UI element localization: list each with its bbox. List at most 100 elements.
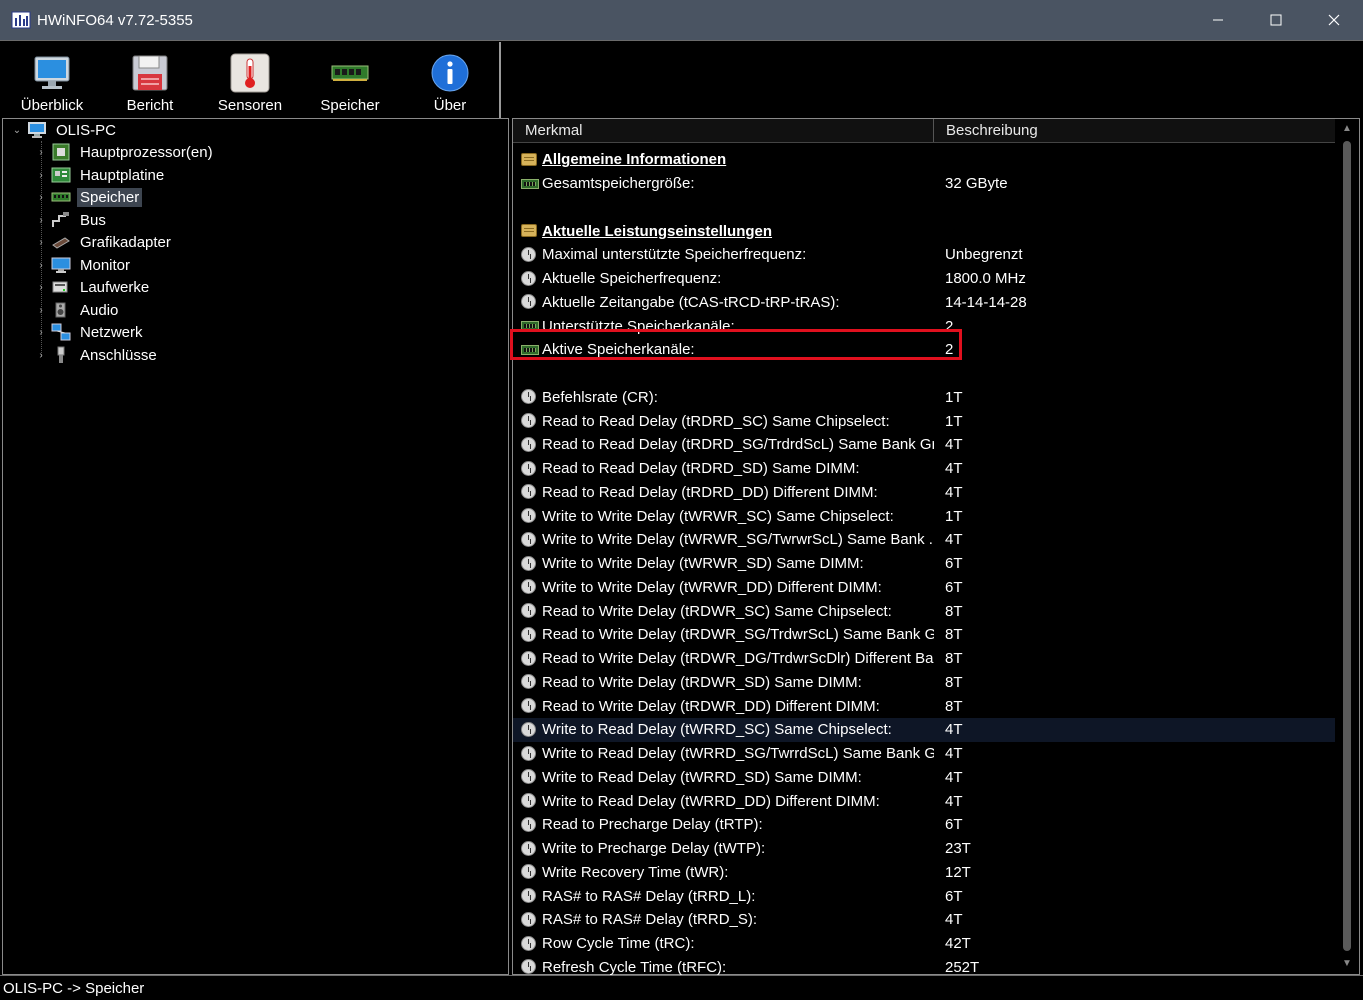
sensors-button[interactable]: Sensoren	[200, 42, 300, 118]
tree-label: Monitor	[80, 256, 131, 274]
clock-icon	[521, 436, 537, 453]
chevron-right-icon[interactable]: ›	[35, 215, 47, 226]
feature-cell: Read to Read Delay (tRDRD_SG/TrdrdScL) S…	[542, 436, 934, 454]
list-row[interactable]: Refresh Cycle Time (tRFC): 252T	[513, 956, 1335, 975]
tree-item-olis-pc[interactable]: ⌄ OLIS-PC	[11, 119, 119, 141]
list-row[interactable]: Write to Read Delay (tWRRD_SG/TwrrdScL) …	[513, 742, 1335, 766]
feature-cell: Write to Read Delay (tWRRD_SG/TwrrdScL) …	[542, 745, 934, 763]
overview-button[interactable]: Überblick	[2, 42, 102, 118]
value-cell: 4T	[945, 460, 963, 478]
memory-button[interactable]: Speicher	[300, 42, 400, 118]
tree-label: Netzwerk	[80, 323, 143, 341]
list-row[interactable]: Aktuelle Zeitangabe (tCAS-tRCD-tRP-tRAS)…	[513, 291, 1335, 315]
clock-icon	[521, 721, 537, 738]
clock-icon	[521, 864, 537, 880]
column-header-description[interactable]: Beschreibung	[934, 119, 1359, 142]
tree-item-gpu[interactable]: › Grafikadapter	[35, 231, 174, 253]
chevron-right-icon[interactable]: ›	[35, 260, 47, 271]
list-row[interactable]: Write Recovery Time (tWR): 12T	[513, 861, 1335, 885]
list-row[interactable]: RAS# to RAS# Delay (tRRD_S): 4T	[513, 908, 1335, 932]
feature-cell: Read to Write Delay (tRDWR_DD) Different…	[542, 697, 880, 715]
value-cell: 23T	[945, 840, 971, 858]
chevron-right-icon[interactable]: ›	[35, 282, 47, 293]
list-row[interactable]: Read to Write Delay (tRDWR_SG/TrdwrScL) …	[513, 623, 1335, 647]
scrollbar-thumb[interactable]	[1343, 141, 1351, 951]
chevron-down-icon[interactable]: ⌄	[11, 125, 23, 136]
chevron-right-icon[interactable]: ›	[35, 350, 47, 361]
chevron-right-icon[interactable]: ›	[35, 192, 47, 203]
chevron-right-icon[interactable]: ›	[35, 170, 47, 181]
value-cell: 6T	[945, 887, 963, 905]
scroll-up-icon[interactable]: ▲	[1335, 119, 1359, 139]
maximize-button[interactable]	[1247, 0, 1305, 40]
list-row[interactable]: Maximal unterstützte Speicherfrequenz: Un…	[513, 243, 1335, 267]
list-row[interactable]: Read to Read Delay (tRDRD_SD) Same DIMM:…	[513, 457, 1335, 481]
chevron-right-icon[interactable]: ›	[35, 327, 47, 338]
column-header-feature[interactable]: Merkmal	[513, 119, 934, 142]
tree-item-cpu[interactable]: › Hauptprozessor(en)	[35, 141, 216, 163]
about-button[interactable]: Über	[400, 42, 500, 118]
chevron-right-icon[interactable]: ›	[35, 147, 47, 158]
value-cell: 8T	[945, 650, 963, 668]
maximize-icon	[1270, 14, 1282, 26]
report-button[interactable]: Bericht	[100, 42, 200, 118]
clock-icon	[521, 460, 537, 477]
tree-item-audio[interactable]: › Audio	[35, 299, 121, 321]
close-icon	[1328, 14, 1340, 26]
list-row[interactable]: Write to Write Delay (tWRWR_SG/TwrwrScL)…	[513, 528, 1335, 552]
tree-item-memory[interactable]: › Speicher	[35, 186, 143, 208]
section-header-row[interactable]: Allgemeine Informationen	[513, 148, 1335, 172]
list-row[interactable]: Read to Write Delay (tRDWR_SD) Same DIMM…	[513, 671, 1335, 695]
list-row[interactable]: Befehlsrate (CR): 1T	[513, 386, 1335, 410]
tree-item-bus[interactable]: › Bus	[35, 209, 109, 231]
scroll-down-icon[interactable]: ▼	[1335, 954, 1359, 974]
details-panel[interactable]: Merkmal Beschreibung Allgemeine Informat…	[512, 118, 1360, 975]
tree-item-drives[interactable]: › Laufwerke	[35, 276, 152, 298]
list-row[interactable]: Write to Precharge Delay (tWTP): 23T	[513, 837, 1335, 861]
list-row[interactable]: Write to Write Delay (tWRWR_SD) Same DIM…	[513, 552, 1335, 576]
vertical-scrollbar[interactable]: ▲ ▼	[1335, 119, 1359, 974]
list-row[interactable]: Write to Read Delay (tWRRD_SD) Same DIMM…	[513, 766, 1335, 790]
value-cell: 12T	[945, 863, 971, 881]
drive-icon	[51, 278, 71, 296]
list-row[interactable]: Row Cycle Time (tRC): 42T	[513, 932, 1335, 956]
list-row[interactable]: Read to Write Delay (tRDWR_DD) Different…	[513, 694, 1335, 718]
list-row[interactable]: Read to Precharge Delay (tRTP): 6T	[513, 813, 1335, 837]
tree-item-monitor[interactable]: › Monitor	[35, 254, 133, 276]
value-cell: 4T	[945, 792, 963, 810]
tree-item-network[interactable]: › Netzwerk	[35, 321, 146, 343]
feature-cell: Read to Precharge Delay (tRTP):	[542, 816, 763, 834]
chevron-right-icon[interactable]: ›	[35, 237, 47, 248]
details-list[interactable]: Allgemeine Informationen Gesamtspeichergr…	[513, 145, 1335, 975]
clock-icon	[521, 294, 537, 310]
list-row[interactable]: Read to Write Delay (tRDWR_DG/TrdwrScDlr…	[513, 647, 1335, 671]
tree-item-ports[interactable]: › Anschlüsse	[35, 344, 160, 366]
list-row[interactable]: Aktuelle Speicherfrequenz: 1800.0 MHz	[513, 267, 1335, 291]
list-row[interactable]: Write to Read Delay (tWRRD_SC) Same Chip…	[513, 718, 1335, 742]
tree-item-motherboard[interactable]: › Hauptplatine	[35, 164, 167, 186]
feature-cell: Write to Read Delay (tWRRD_SD) Same DIMM…	[542, 768, 862, 786]
about-label: Über	[433, 97, 467, 114]
chevron-right-icon[interactable]: ›	[35, 305, 47, 316]
list-row[interactable]: Write to Write Delay (tWRWR_SC) Same Chi…	[513, 504, 1335, 528]
list-row[interactable]: Read to Write Delay (tRDWR_SC) Same Chip…	[513, 599, 1335, 623]
list-row[interactable]: RAS# to RAS# Delay (tRRD_L): 6T	[513, 884, 1335, 908]
list-row[interactable]: Write to Write Delay (tWRWR_DD) Differen…	[513, 576, 1335, 600]
minimize-button[interactable]	[1189, 0, 1247, 40]
value-cell: 6T	[945, 578, 963, 596]
close-button[interactable]	[1305, 0, 1363, 40]
toolbar: Überblick Bericht Sensoren Speicher Über	[0, 40, 1363, 118]
value-cell: 8T	[945, 602, 963, 620]
list-row[interactable]: Read to Read Delay (tRDRD_SG/TrdrdScL) S…	[513, 433, 1335, 457]
clock-icon	[521, 769, 537, 785]
list-row[interactable]: Gesamtspeichergröße: 32 GByte	[513, 172, 1335, 196]
sensors-label: Sensoren	[217, 97, 283, 114]
ram-icon	[521, 176, 539, 192]
clock-icon	[521, 698, 537, 714]
list-row[interactable]: Read to Read Delay (tRDRD_DD) Different …	[513, 481, 1335, 505]
section-header-row[interactable]: Aktuelle Leistungseinstellungen	[513, 219, 1335, 243]
list-row[interactable]: Write to Read Delay (tWRRD_DD) Different…	[513, 789, 1335, 813]
tree-label: Hauptprozessor(en)	[80, 143, 213, 161]
feature-cell: Write to Write Delay (tWRWR_SD) Same DIM…	[542, 555, 864, 573]
list-row[interactable]: Read to Read Delay (tRDRD_SC) Same Chips…	[513, 409, 1335, 433]
